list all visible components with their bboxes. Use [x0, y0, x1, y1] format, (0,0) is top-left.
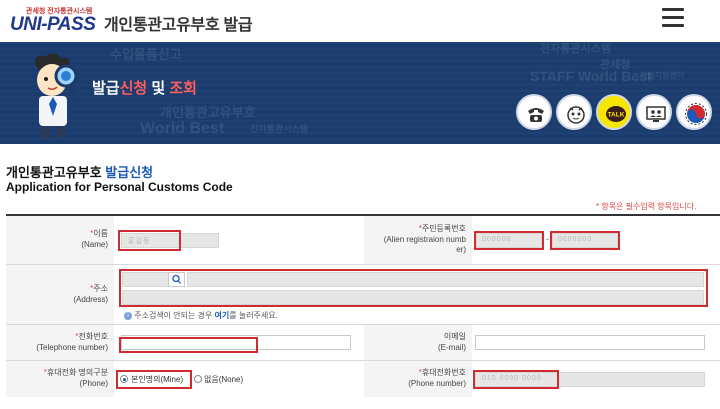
banner-title-highlight: 조회 — [169, 80, 197, 97]
banner-bg-text: 수입물품신고 — [110, 47, 182, 62]
banner-title-highlight: 신청 — [119, 80, 148, 97]
page-title: 개인통관고유부호 발급신청 — [6, 162, 153, 181]
form-row-name: *이름 (Name) 홍길동 *주민등록번호 (Alien registraio… — [6, 216, 720, 265]
info-icon: i — [124, 311, 132, 320]
required-note: * 항목은 필수입력 항목입니다. — [596, 202, 697, 211]
banner-bg-text: 개인통관고유부호 — [160, 105, 256, 120]
application-form: *이름 (Name) 홍길동 *주민등록번호 (Alien registraio… — [6, 214, 720, 397]
banner-bg-text: 기술지원센터 — [640, 71, 685, 80]
logo-brand: UNI-PASS — [10, 14, 96, 35]
alien-reg-back-highlight — [550, 231, 620, 250]
form-row-phone: *휴대전화 명의구분 (Phone) 본인명의(Mine) 없음(None) *… — [6, 361, 720, 397]
kakaotalk-icon[interactable]: TALK — [596, 94, 632, 130]
address-label: *주소 (Address) — [6, 265, 114, 324]
alien-reg-label: *주민등록번호 (Alien registraion numb er) — [364, 216, 472, 264]
email-label: 이메일 (E-mail) — [364, 325, 472, 360]
name-highlight — [118, 230, 181, 251]
banner: 수입물품신고 개인통관고유부호 World Best 전자통관시스템 관세청 S… — [0, 42, 720, 144]
banner-bg-text: 전자통관시스템 — [250, 124, 308, 134]
address-highlight — [119, 269, 708, 307]
banner-title-part: 및 — [147, 80, 170, 97]
phone-number-label: *휴대전화번호 (Phone number) — [364, 361, 472, 397]
page-title-en: Application for Personal Customs Code — [6, 180, 233, 194]
telephone-label: *전화번호 (Telephone number) — [6, 325, 114, 360]
phone-owner-none-radio[interactable] — [194, 375, 202, 383]
unipass-logo[interactable]: 관세청 전자통관시스템 UNI-PASS — [10, 6, 102, 36]
banner-title: 발급신청 및 조회 — [92, 77, 197, 98]
telephone-highlight — [119, 337, 258, 353]
banner-bg-text: STAFF World Best — [530, 68, 652, 84]
name-label: *이름 (Name) — [6, 216, 114, 264]
form-row-address: *주소 (Address) i 주소검색이 안되는 경우 여기를 눌러주세요. — [6, 265, 720, 325]
remote-support-icon[interactable] — [636, 94, 672, 130]
kakaotalk-label: TALK — [608, 112, 625, 119]
banner-bg-text: 전자통관시스템 — [540, 43, 611, 55]
phone-owner-none-label[interactable]: 없음(None) — [204, 374, 243, 385]
banner-title-part: 발급 — [92, 80, 120, 97]
site-title: 개인통관고유부호 발급 — [104, 17, 253, 34]
phone-owner-highlight — [116, 370, 192, 389]
banner-bg-text: World Best — [140, 120, 225, 137]
taegeuk-icon[interactable] — [676, 94, 712, 130]
phone-number-highlight — [473, 370, 559, 389]
chatbot-icon[interactable] — [556, 94, 592, 130]
mascot-illustration — [35, 53, 78, 138]
email-field[interactable] — [475, 335, 705, 350]
phone-owner-label: *휴대전화 명의구분 (Phone) — [6, 361, 114, 397]
address-hint-link[interactable]: 여기 — [215, 311, 230, 320]
alien-reg-front-highlight — [474, 231, 544, 250]
top-header: 관세청 전자통관시스템 UNI-PASS 개인통관고유부호 발급 — [0, 0, 720, 42]
phone-icon[interactable] — [516, 94, 552, 130]
page-title-highlight: 발급신청 — [105, 165, 154, 180]
hamburger-menu-icon[interactable] — [662, 8, 684, 28]
address-hint: i 주소검색이 안되는 경우 여기를 눌러주세요. — [124, 310, 278, 321]
page-title-text: 개인통관고유부호 — [6, 165, 106, 180]
form-row-telephone: *전화번호 (Telephone number) 이메일 (E-mail) — [6, 325, 720, 361]
